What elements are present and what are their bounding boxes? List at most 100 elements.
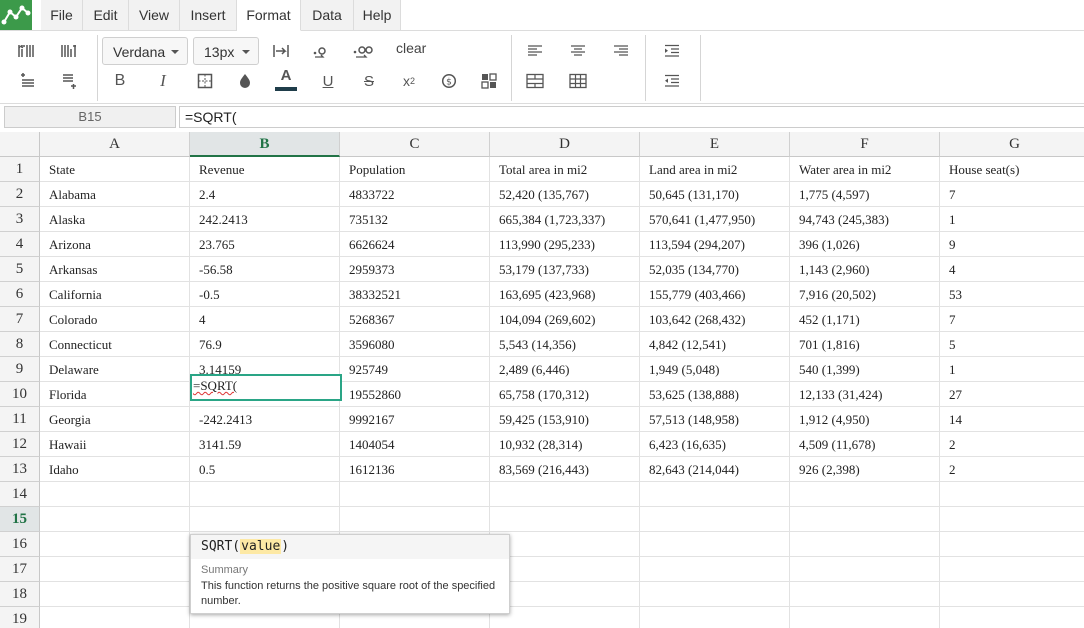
row-header-3[interactable]: 3 (0, 207, 40, 232)
row-header-14[interactable]: 14 (0, 482, 40, 507)
cell-reference-box[interactable]: B15 (4, 106, 176, 128)
cell-e5[interactable]: 52,035 (134,770) (640, 257, 790, 282)
cell-c4[interactable]: 6626624 (340, 232, 490, 257)
cell-a14[interactable] (40, 482, 190, 507)
menu-data[interactable]: Data (301, 0, 354, 30)
cell-g10[interactable]: 27 (940, 382, 1084, 407)
cell-c9[interactable]: 925749 (340, 357, 490, 382)
cell-g15[interactable] (940, 507, 1084, 532)
cell-c8[interactable]: 3596080 (340, 332, 490, 357)
cell-e14[interactable] (640, 482, 790, 507)
cell-a18[interactable] (40, 582, 190, 607)
menu-file[interactable]: File (41, 0, 83, 30)
increase-decimal-icon[interactable] (349, 39, 377, 63)
cell-g13[interactable]: 2 (940, 457, 1084, 482)
text-wrap-icon[interactable] (267, 39, 295, 63)
cell-c13[interactable]: 1612136 (340, 457, 490, 482)
cell-g19[interactable] (940, 607, 1084, 628)
cell-f2[interactable]: 1,775 (4,597) (790, 182, 940, 207)
menu-view[interactable]: View (129, 0, 180, 30)
cell-a1[interactable]: State (40, 157, 190, 182)
cell-g12[interactable]: 2 (940, 432, 1084, 457)
row-header-19[interactable]: 19 (0, 607, 40, 628)
cell-e13[interactable]: 82,643 (214,044) (640, 457, 790, 482)
cell-f11[interactable]: 1,912 (4,950) (790, 407, 940, 432)
cell-f17[interactable] (790, 557, 940, 582)
superscript-icon[interactable]: x2 (395, 69, 423, 93)
fill-color-icon[interactable] (231, 69, 259, 93)
cell-a15[interactable] (40, 507, 190, 532)
cell-g14[interactable] (940, 482, 1084, 507)
cell-e6[interactable]: 155,779 (403,466) (640, 282, 790, 307)
column-header-g[interactable]: G (940, 132, 1084, 157)
cell-e16[interactable] (640, 532, 790, 557)
cell-b12[interactable]: 3141.59 (190, 432, 340, 457)
cell-e15[interactable] (640, 507, 790, 532)
insert-column-left-icon[interactable] (13, 39, 41, 63)
cell-c11[interactable]: 9992167 (340, 407, 490, 432)
menu-edit[interactable]: Edit (83, 0, 129, 30)
font-size-select[interactable]: 13px (193, 37, 259, 65)
cell-a9[interactable]: Delaware (40, 357, 190, 382)
increase-indent-icon[interactable] (658, 39, 686, 63)
cell-g18[interactable] (940, 582, 1084, 607)
column-header-f[interactable]: F (790, 132, 940, 157)
cell-f1[interactable]: Water area in mi2 (790, 157, 940, 182)
formula-input[interactable]: =SQRT( (179, 106, 1084, 128)
cell-a5[interactable]: Arkansas (40, 257, 190, 282)
menu-format[interactable]: Format (237, 0, 301, 31)
menu-insert[interactable]: Insert (180, 0, 237, 30)
cell-a4[interactable]: Arizona (40, 232, 190, 257)
cell-a13[interactable]: Idaho (40, 457, 190, 482)
cell-d18[interactable] (490, 582, 640, 607)
cell-e17[interactable] (640, 557, 790, 582)
text-color-icon[interactable]: A (272, 67, 300, 91)
cell-d13[interactable]: 83,569 (216,443) (490, 457, 640, 482)
cell-a6[interactable]: California (40, 282, 190, 307)
cell-b15[interactable] (190, 507, 340, 532)
bold-icon[interactable]: B (106, 69, 134, 93)
cell-d17[interactable] (490, 557, 640, 582)
cell-d3[interactable]: 665,384 (1,723,337) (490, 207, 640, 232)
cell-e3[interactable]: 570,641 (1,477,950) (640, 207, 790, 232)
cell-e19[interactable] (640, 607, 790, 628)
cell-e18[interactable] (640, 582, 790, 607)
cell-d8[interactable]: 5,543 (14,356) (490, 332, 640, 357)
cell-a3[interactable]: Alaska (40, 207, 190, 232)
decrease-indent-icon[interactable] (658, 69, 686, 93)
cell-a11[interactable]: Georgia (40, 407, 190, 432)
row-header-12[interactable]: 12 (0, 432, 40, 457)
cell-d4[interactable]: 113,990 (295,233) (490, 232, 640, 257)
borders-icon[interactable] (191, 69, 219, 93)
row-header-8[interactable]: 8 (0, 332, 40, 357)
cell-f16[interactable] (790, 532, 940, 557)
cell-a16[interactable] (40, 532, 190, 557)
column-header-b[interactable]: B (190, 132, 340, 157)
cell-g2[interactable]: 7 (940, 182, 1084, 207)
cell-d10[interactable]: 65,758 (170,312) (490, 382, 640, 407)
font-family-select[interactable]: Verdana (102, 37, 188, 65)
cell-g8[interactable]: 5 (940, 332, 1084, 357)
cell-b4[interactable]: 23.765 (190, 232, 340, 257)
merge-cells-icon[interactable] (521, 69, 549, 93)
cell-f19[interactable] (790, 607, 940, 628)
row-header-18[interactable]: 18 (0, 582, 40, 607)
row-header-10[interactable]: 10 (0, 382, 40, 407)
spreadsheet-grid[interactable]: A B C D E F G 1 State Revenue Population Total area… (0, 132, 1084, 628)
cell-g7[interactable]: 7 (940, 307, 1084, 332)
cell-g9[interactable]: 1 (940, 357, 1084, 382)
cell-g5[interactable]: 4 (940, 257, 1084, 282)
row-header-11[interactable]: 11 (0, 407, 40, 432)
cell-d2[interactable]: 52,420 (135,767) (490, 182, 640, 207)
cell-a17[interactable] (40, 557, 190, 582)
column-header-c[interactable]: C (340, 132, 490, 157)
cell-c12[interactable]: 1404054 (340, 432, 490, 457)
cell-e8[interactable]: 4,842 (12,541) (640, 332, 790, 357)
cell-g6[interactable]: 53 (940, 282, 1084, 307)
cell-f15[interactable] (790, 507, 940, 532)
cell-f13[interactable]: 926 (2,398) (790, 457, 940, 482)
cell-g17[interactable] (940, 557, 1084, 582)
cell-b13[interactable]: 0.5 (190, 457, 340, 482)
cell-b3[interactable]: 242.2413 (190, 207, 340, 232)
cell-a19[interactable] (40, 607, 190, 628)
